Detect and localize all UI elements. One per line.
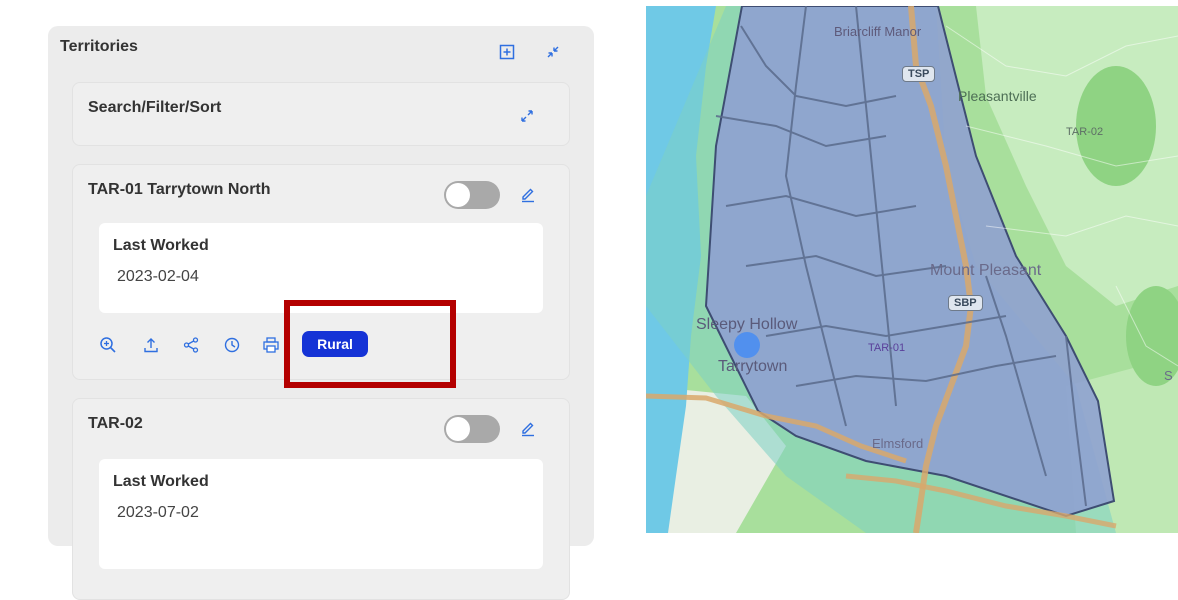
toggle-knob xyxy=(446,417,470,441)
export-territory-button[interactable] xyxy=(141,335,161,355)
history-button[interactable] xyxy=(222,335,242,355)
edit-pencil-icon xyxy=(522,188,534,203)
territory-label-tar02: TAR-02 xyxy=(1066,126,1104,138)
last-worked-label: Last Worked xyxy=(113,237,209,254)
share-territory-button[interactable] xyxy=(181,335,201,355)
road-shield-tsp: TSP xyxy=(902,66,936,82)
panel-title: Territories xyxy=(60,38,138,55)
last-worked-value: 2023-02-04 xyxy=(117,268,199,285)
add-box-icon xyxy=(499,44,515,60)
expand-search-button[interactable] xyxy=(516,105,538,127)
territory-map[interactable]: Briarcliff Manor Pleasantville TAR-02 Mo… xyxy=(646,6,1178,533)
expand-icon xyxy=(521,110,533,122)
history-icon xyxy=(224,337,240,353)
territory-title: TAR-01 Tarrytown North xyxy=(88,181,271,198)
territory-toggle[interactable] xyxy=(444,181,500,209)
location-marker[interactable] xyxy=(734,332,760,358)
last-worked-value: 2023-07-02 xyxy=(117,504,199,521)
place-label-tarrytown: Tarrytown xyxy=(718,358,788,375)
collapse-icon xyxy=(547,46,559,58)
territory-card: TAR-02 Last Worked 2023-07-02 xyxy=(72,398,570,600)
zoom-to-territory-button[interactable] xyxy=(98,335,118,355)
left-pane: Territories Search/Filter/Sort TAR-01 Ta… xyxy=(0,0,640,600)
toggle-knob xyxy=(446,183,470,207)
last-worked-box: Last Worked 2023-07-02 xyxy=(99,459,543,569)
share-icon xyxy=(183,337,199,353)
place-label-pleasantville: Pleasantville xyxy=(958,88,1037,104)
territory-label-tar01: TAR-01 xyxy=(868,342,906,354)
last-worked-label: Last Worked xyxy=(113,473,209,490)
road-shield-sbp: SBP xyxy=(948,295,983,311)
print-icon xyxy=(263,337,279,353)
territory-toggle[interactable] xyxy=(444,415,500,443)
place-label-mount-pleasant: Mount Pleasant xyxy=(930,262,1042,279)
collapse-panel-button[interactable] xyxy=(542,41,564,63)
place-label-briarcliff-manor: Briarcliff Manor xyxy=(834,24,922,39)
annotation-highlight-box xyxy=(284,300,456,388)
search-section-title: Search/Filter/Sort xyxy=(88,99,222,116)
territory-title: TAR-02 xyxy=(88,415,143,432)
search-filter-sort-section[interactable]: Search/Filter/Sort xyxy=(72,82,570,146)
add-territory-button[interactable] xyxy=(496,41,518,63)
edit-territory-button[interactable] xyxy=(517,417,539,439)
upload-icon xyxy=(144,338,158,353)
edit-territory-button[interactable] xyxy=(517,183,539,205)
edit-pencil-icon xyxy=(522,422,534,437)
map-canvas xyxy=(646,6,1178,533)
place-label-edge: S xyxy=(1164,368,1173,383)
territories-panel: Territories Search/Filter/Sort TAR-01 Ta… xyxy=(48,26,594,600)
place-label-elmsford: Elmsford xyxy=(872,436,924,451)
zoom-in-icon xyxy=(100,337,116,353)
print-territory-button[interactable] xyxy=(261,335,281,355)
